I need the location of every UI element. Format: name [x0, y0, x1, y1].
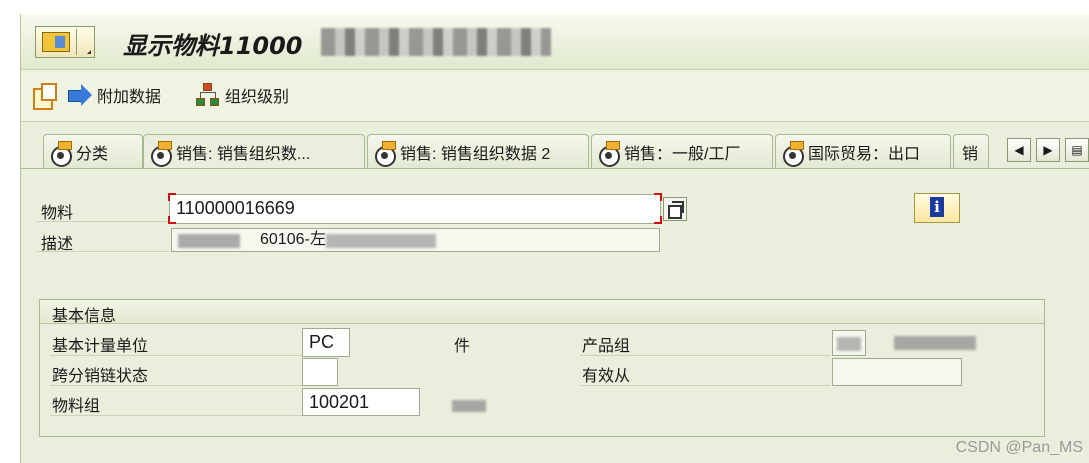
view-icon [150, 140, 172, 167]
application-toolbar: 附加数据 组织级别 [21, 70, 1089, 122]
description-field: 60106- 左 [171, 228, 660, 252]
valid-from-field[interactable] [832, 358, 962, 386]
info-button[interactable] [914, 193, 960, 223]
product-group-field[interactable] [832, 330, 866, 356]
tab-strip: 分类 销售: 销售组织数... 销售: 销售组织数据 2 销售：一般/工厂 国际… [21, 134, 1089, 168]
tab-scroll-right-button[interactable]: ▶ [1036, 138, 1060, 162]
view-icon [598, 140, 620, 167]
description-text: 60106- [260, 231, 310, 248]
view-icon [374, 140, 396, 167]
sap-window: 显示物料11000 附加数据 组织级别 分类 销售: 销售组织数... 销售: … [20, 14, 1089, 463]
copy-icon [31, 82, 57, 110]
xdist-status-label: 跨分销链状态 [52, 368, 149, 385]
system-menu-button[interactable] [35, 26, 95, 58]
material-group-text [452, 400, 486, 412]
additional-data-label: 附加数据 [97, 89, 162, 106]
valid-from-label: 有效从 [582, 368, 631, 385]
description-label: 描述 [41, 236, 74, 253]
title-bar: 显示物料11000 [21, 14, 1089, 70]
org-hierarchy-icon [195, 82, 221, 108]
xdist-status-field[interactable] [302, 358, 338, 386]
group-title: 基本信息 [52, 308, 117, 325]
transaction-icon [42, 32, 70, 52]
arrow-right-icon [67, 82, 93, 108]
base-uom-label: 基本计量单位 [52, 338, 149, 355]
page-title: 显示物料11000 [123, 32, 303, 60]
view-icon [50, 140, 72, 167]
product-group-label: 产品组 [582, 338, 631, 355]
redacted-title [321, 28, 551, 56]
view-icon [782, 140, 804, 167]
tab-classification[interactable]: 分类 [43, 134, 143, 168]
base-uom-field[interactable]: PC [302, 328, 350, 357]
product-group-text [894, 336, 976, 350]
material-group-field[interactable]: 100201 [302, 388, 420, 416]
additional-data-button[interactable]: 附加数据 [67, 82, 161, 108]
org-levels-button[interactable]: 组织级别 [195, 82, 289, 108]
tab-sales-more[interactable]: 销 [953, 134, 989, 168]
tab-sales-org-1[interactable]: 销售: 销售组织数... [143, 134, 365, 168]
tab-sales-org-2[interactable]: 销售: 销售组织数据 2 [367, 134, 589, 168]
other-material-button[interactable] [31, 82, 57, 110]
tab-content: 物料 110000016669 描述 60106- 左 基本信息 基本计量单位 … [21, 168, 1089, 463]
chevron-right-icon: ▶ [1043, 143, 1053, 157]
material-field[interactable]: 110000016669 [169, 194, 661, 224]
tab-sales-general-plant[interactable]: 销售：一般/工厂 [591, 134, 773, 168]
org-levels-label: 组织级别 [225, 89, 290, 106]
watermark: CSDN @Pan_MS [955, 439, 1083, 456]
chevron-left-icon: ◀ [1014, 143, 1024, 157]
material-label: 物料 [41, 205, 74, 222]
tab-scroll-left-button[interactable]: ◀ [1007, 138, 1031, 162]
chevron-down-icon [87, 50, 91, 54]
material-value-help-button[interactable] [663, 197, 687, 221]
tab-list-button[interactable]: ▤ [1065, 138, 1089, 162]
basic-info-group: 基本信息 基本计量单位 PC 件 产品组 跨分销链状态 有效从 物料组 1002… [39, 299, 1045, 437]
tab-foreign-trade-export[interactable]: 国际贸易：出口 [775, 134, 951, 168]
base-uom-text: 件 [454, 338, 471, 355]
material-group-label: 物料组 [52, 398, 101, 415]
list-icon: ▤ [1071, 143, 1083, 157]
